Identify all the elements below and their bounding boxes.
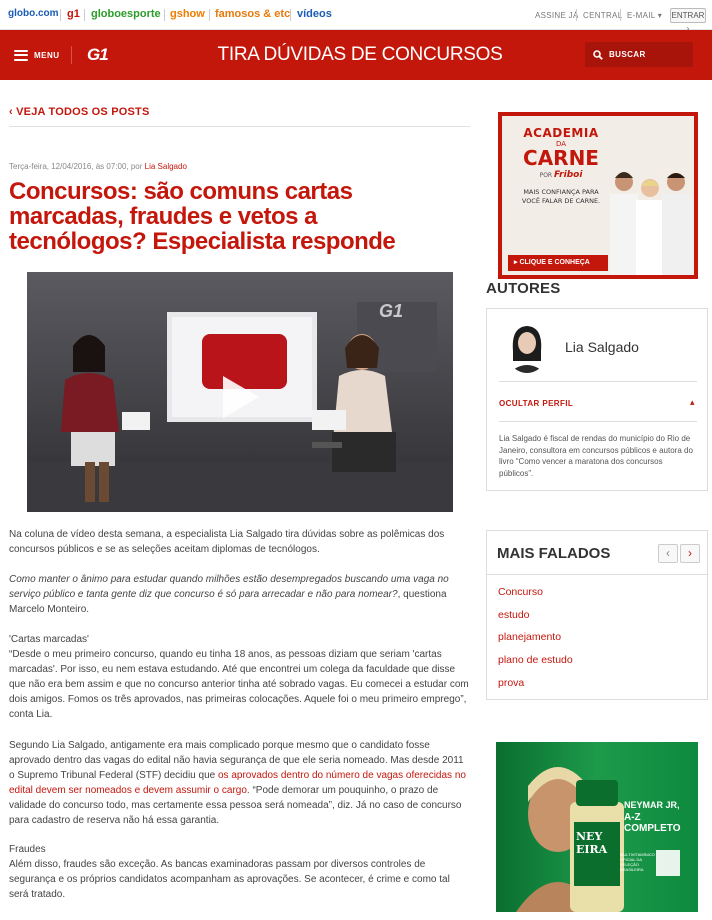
ad2-badge: MULTIVITAMÍNICO OFICIAL DA SELEÇÃO BRASI… — [620, 852, 655, 872]
divider — [60, 9, 61, 21]
blog-title[interactable]: TIRA DÚVIDAS DE CONCURSOS — [150, 44, 570, 66]
ad-cta-label: CLIQUE E CONHEÇA — [519, 259, 590, 266]
search-label: BUSCAR — [609, 50, 646, 59]
most-talked-box: MAIS FALADOS ‹ › Concurso estudo planeja… — [486, 530, 708, 700]
divider — [84, 9, 85, 21]
author-bio: Lia Salgado é fiscal de rendas do municí… — [499, 434, 693, 478]
post-meta: Terça-feira, 12/04/2016, às 07:00, por L… — [9, 162, 187, 171]
divider — [9, 126, 470, 127]
central-link[interactable]: CENTRAL — [583, 11, 622, 20]
ad-chefs-image — [610, 172, 692, 275]
article-paragraph: Na coluna de vídeo desta semana, a espec… — [9, 529, 445, 555]
prev-button[interactable]: ‹ — [658, 544, 678, 563]
divider — [499, 381, 697, 382]
assine-link[interactable]: ASSINE JÁ — [535, 11, 579, 20]
divider — [71, 46, 72, 64]
subheading-fraudes: Fraudes — [9, 844, 46, 855]
ad2-bottle-text2: EIRA — [576, 843, 608, 856]
video-watermark: G1 — [379, 301, 403, 321]
menu-label: MENU — [34, 50, 60, 60]
chevron-right-icon: › — [688, 546, 692, 560]
entrar-label: ENTRAR — [671, 11, 705, 20]
email-link[interactable]: E-MAIL ▾ — [627, 11, 662, 20]
divider — [499, 421, 697, 422]
email-label: E-MAIL — [627, 11, 656, 20]
g1-logo[interactable]: G1 — [87, 45, 109, 65]
divider — [290, 9, 291, 21]
site-header: MENU G1 TIRA DÚVIDAS DE CONCURSOS BUSCAR — [0, 30, 712, 80]
tag-link[interactable]: estudo — [498, 609, 573, 632]
post-author-link[interactable]: Lia Salgado — [145, 162, 187, 171]
site-link-famosos[interactable]: famosos & etc — [215, 8, 290, 20]
article-paragraph: Além disso, fraudes são exceção. As banc… — [9, 859, 450, 900]
article-question: Como manter o ânimo para estudar quando … — [9, 572, 469, 617]
chevron-up-icon[interactable]: ▴ — [690, 397, 695, 408]
ad-cta-button[interactable]: ▸ CLIQUE E CONHEÇA — [508, 255, 608, 271]
ad-tagline: MAIS CONFIANÇA PARA VOCÊ FALAR DE CARNE. — [521, 188, 601, 205]
chevron-down-icon: ▾ — [655, 11, 663, 20]
question-text: Como manter o ânimo para estudar quando … — [9, 574, 449, 600]
ad-brand: Friboi — [554, 170, 583, 180]
chevron-left-icon: ‹ — [666, 546, 670, 560]
ad-line1: ACADEMIA — [523, 126, 599, 140]
site-link-globo[interactable]: globo.com — [8, 8, 59, 19]
most-talked-title: MAIS FALADOS — [497, 545, 611, 562]
site-link-videos[interactable]: vídeos — [297, 8, 332, 20]
search-box[interactable]: BUSCAR — [585, 42, 693, 67]
ad-por: POR — [539, 172, 553, 179]
avatar[interactable] — [505, 321, 549, 373]
site-link-g1[interactable]: g1 — [67, 8, 80, 20]
ad-banner-neymar[interactable]: NEY EIRA NEYMAR JR, A-Z COMPLETO MULTIVI… — [496, 742, 698, 912]
site-link-globoesporte[interactable]: globoesporte — [91, 8, 161, 20]
post-date: Terça-feira, 12/04/2016, às 07:00, por — [9, 162, 145, 171]
tag-link[interactable]: Concurso — [498, 586, 573, 609]
next-button[interactable]: › — [680, 544, 700, 563]
author-name[interactable]: Lia Salgado — [565, 339, 639, 355]
search-icon — [593, 49, 603, 60]
divider — [209, 9, 210, 21]
article-paragraph: Segundo Lia Salgado, antigamente era mai… — [9, 738, 469, 828]
divider — [620, 9, 621, 21]
tag-link[interactable]: prova — [498, 677, 573, 700]
divider — [487, 574, 707, 575]
globo-top-bar: globo.com g1 globoesporte gshow famosos … — [0, 0, 712, 33]
back-label: VEJA TODOS OS POSTS — [16, 106, 150, 118]
divider — [164, 9, 165, 21]
ad2-headline1: NEYMAR JR, — [624, 800, 680, 810]
ad-banner-friboi[interactable]: ACADEMIA DA CARNE POR Friboi MAIS CONFIA… — [498, 112, 698, 279]
video-player[interactable]: G1 — [27, 272, 453, 512]
menu-button[interactable]: MENU — [14, 47, 60, 63]
article-paragraph: “Desde o meu primeiro concurso, quando e… — [9, 649, 469, 720]
ad2-headline2: A-Z COMPLETO — [624, 812, 681, 834]
back-to-posts-link[interactable]: ‹ VEJA TODOS OS POSTS — [9, 106, 150, 118]
ad-line3: CARNE — [523, 146, 599, 170]
divider — [576, 9, 577, 21]
site-link-gshow[interactable]: gshow — [170, 8, 205, 20]
autores-title: AUTORES — [486, 280, 561, 297]
author-box: Lia Salgado OCULTAR PERFIL ▴ Lia Salgado… — [486, 308, 708, 491]
tag-link[interactable]: plano de estudo — [498, 654, 573, 677]
tag-list: Concurso estudo planejamento plano de es… — [498, 586, 573, 699]
hamburger-icon — [14, 49, 28, 61]
tag-link[interactable]: planejamento — [498, 631, 573, 654]
article-title: Concursos: são comuns cartas marcadas, f… — [9, 178, 396, 255]
hide-profile-link[interactable]: OCULTAR PERFIL — [499, 399, 573, 408]
subheading-cartas: 'Cartas marcadas' — [9, 634, 89, 645]
ad2-bottle-text1: NEY — [576, 830, 603, 843]
video-thumbnail: G1 — [27, 272, 453, 512]
entrar-button[interactable]: ENTRAR › — [670, 8, 706, 33]
